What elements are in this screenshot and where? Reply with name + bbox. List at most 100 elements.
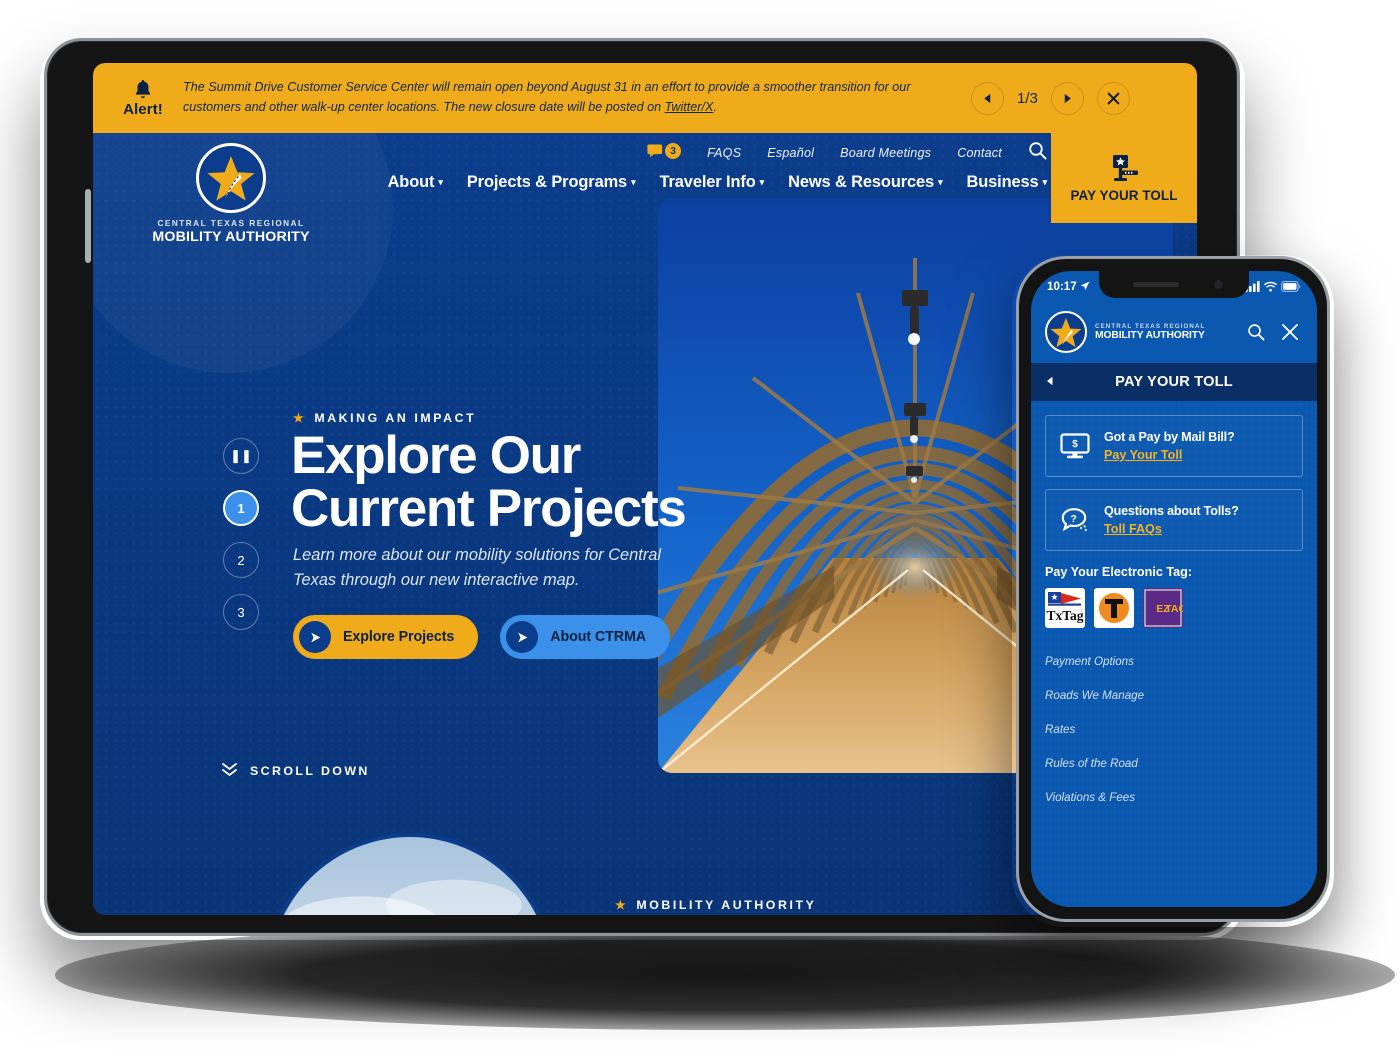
phone-link-payment-options[interactable]: Payment Options — [1045, 644, 1303, 678]
phone-logo-text: CENTRAL TEXAS REGIONAL MOBILITY AUTHORIT… — [1095, 323, 1235, 341]
toll-questions-card[interactable]: ? Questions about Tolls? Toll FAQs — [1045, 489, 1303, 551]
logo-line-2: MOBILITY AUTHORITY — [152, 229, 310, 245]
logo-badge — [196, 143, 266, 213]
nav-item-projects-programs[interactable]: Projects & Programs ▾ — [467, 173, 636, 192]
about-ctrma-label: About CTRMA — [550, 629, 647, 645]
status-time-group: 10:17 — [1047, 280, 1090, 293]
site-logo[interactable]: CENTRAL TEXAS REGIONAL MOBILITY AUTHORIT… — [141, 143, 321, 245]
slide-3-button[interactable]: 3 — [223, 594, 259, 630]
notification-count-badge: 3 — [665, 143, 682, 159]
nav-item-news-resources[interactable]: News & Resources ▾ — [788, 173, 943, 192]
nav-item-about[interactable]: About ▾ — [388, 173, 443, 192]
nav-item-traveler-info[interactable]: Traveler Info ▾ — [660, 173, 765, 192]
txtag-logo[interactable]: TxTag — [1045, 588, 1085, 628]
search-button[interactable] — [1028, 141, 1047, 165]
star-icon: ★ — [615, 898, 629, 912]
phone-link-violations-fees[interactable]: Violations & Fees — [1045, 780, 1303, 814]
chevron-down-icon: ▾ — [438, 177, 443, 187]
nav-label: Traveler Info — [659, 173, 756, 191]
scroll-down-label: SCROLL DOWN — [250, 764, 370, 778]
svg-text:TAG: TAG — [1165, 603, 1183, 615]
explore-projects-button[interactable]: Explore Projects — [293, 615, 479, 659]
phone-search-button[interactable] — [1243, 323, 1269, 341]
pay-by-mail-card[interactable]: $ Got a Pay by Mail Bill? Pay Your Toll — [1045, 415, 1303, 477]
utility-nav-espanol[interactable]: Español — [767, 146, 814, 160]
phone-screen: 10:17 CENTRAL TEXAS REGIONAL MOBILITY AU… — [1031, 271, 1317, 907]
alert-banner: Alert! The Summit Drive Customer Service… — [93, 63, 1197, 133]
play-arrow-icon — [310, 632, 320, 642]
tolltag-logo-glyph — [1094, 588, 1134, 628]
slide-1-button[interactable]: 1 — [223, 490, 259, 526]
alert-prev-button[interactable] — [971, 81, 1004, 115]
notifications-button[interactable]: 3 — [647, 143, 682, 163]
pay-your-toll-button[interactable]: PAY YOUR TOLL — [1051, 133, 1197, 223]
electronic-tag-heading: Pay Your Electronic Tag: — [1045, 565, 1192, 579]
phone-device: 10:17 CENTRAL TEXAS REGIONAL MOBILITY AU… — [1016, 256, 1330, 922]
star-road-logo-icon — [1050, 317, 1082, 347]
phone-link-rates[interactable]: Rates — [1045, 712, 1303, 746]
utility-nav: 3 FAQS Español Board Meetings Contact — [647, 141, 1047, 165]
chevron-down-icon: ▾ — [1042, 177, 1048, 187]
main-nav: About ▾ Projects & Programs ▾ Traveler Inf… — [388, 173, 1048, 192]
nav-label: News & Resources — [788, 173, 935, 191]
nav-label: Projects & Programs — [466, 173, 628, 191]
alert-link[interactable]: Twitter/X — [665, 100, 714, 114]
pause-button[interactable]: ❚❚ — [223, 438, 259, 474]
question-bubble-icon: ? — [1058, 507, 1092, 534]
nav-label: About — [387, 173, 435, 191]
alert-label: Alert! — [123, 101, 163, 118]
pay-by-mail-question: Got a Pay by Mail Bill? — [1104, 430, 1235, 444]
slide-2-button[interactable]: 2 — [223, 542, 259, 578]
phone-logo-badge[interactable] — [1045, 311, 1087, 353]
location-arrow-icon — [1080, 281, 1090, 290]
star-icon: ★ — [293, 411, 307, 425]
speaker-grill — [1133, 282, 1179, 287]
about-ctrma-button[interactable]: About CTRMA — [500, 615, 671, 659]
phone-menu-links: Payment Options Roads We Manage Rates Ru… — [1045, 644, 1303, 814]
phone-notch — [1099, 271, 1249, 298]
utility-nav-contact[interactable]: Contact — [957, 146, 1002, 160]
phone-close-button[interactable] — [1277, 322, 1303, 342]
search-icon — [1248, 324, 1265, 341]
toll-faqs-link[interactable]: Toll FAQs — [1104, 522, 1162, 536]
chevron-down-icon: ▾ — [631, 177, 636, 187]
phone-link-rules-of-the-road[interactable]: Rules of the Road — [1045, 746, 1303, 780]
scroll-down-indicator[interactable]: SCROLL DOWN — [221, 761, 370, 781]
arrow-circle-icon — [299, 621, 331, 653]
toll-questions-card-text: Questions about Tolls? Toll FAQs — [1104, 502, 1290, 538]
nav-item-business[interactable]: Business ▾ — [967, 173, 1048, 192]
nav-label: Business — [966, 173, 1039, 191]
phone-logo-line-1: CENTRAL TEXAS REGIONAL — [1095, 323, 1206, 330]
svg-text:?: ? — [1070, 512, 1076, 524]
hero-headline-line1: Explore Our — [291, 426, 581, 485]
eztag-logo[interactable]: EZ TAG — [1143, 588, 1183, 628]
electronic-tag-logos: TxTag EZ TA — [1045, 588, 1303, 628]
arrow-circle-icon — [506, 621, 539, 653]
screenshot-stage: Alert! The Summit Drive Customer Service… — [0, 0, 1400, 1050]
utility-nav-faqs[interactable]: FAQS — [707, 146, 741, 160]
section2-eyebrow-label: MOBILITY AUTHORITY — [636, 898, 817, 912]
hero-headline: Explore Our Current Projects — [291, 429, 721, 535]
alert-next-button[interactable] — [1050, 81, 1084, 115]
svg-text:$: $ — [1072, 439, 1078, 450]
phone-link-roads-we-manage[interactable]: Roads We Manage — [1045, 678, 1303, 712]
tolltag-logo[interactable] — [1094, 588, 1134, 628]
monitor-dollar-icon-glyph: $ — [1060, 433, 1090, 459]
right-arrow-icon — [1064, 93, 1071, 103]
phone-page-title-bar: PAY YOUR TOLL — [1031, 363, 1317, 401]
alert-message-tail: . — [713, 100, 717, 114]
alert-message: The Summit Drive Customer Service Center… — [171, 78, 971, 117]
toll-gantry-icon — [1113, 154, 1138, 181]
hero-slide-controls: ❚❚ 1 2 3 — [223, 438, 259, 630]
alert-close-button[interactable] — [1096, 81, 1130, 115]
logo-line-1: CENTRAL TEXAS REGIONAL — [157, 219, 305, 228]
pay-your-toll-link[interactable]: Pay Your Toll — [1104, 448, 1182, 462]
utility-nav-board-meetings[interactable]: Board Meetings — [840, 146, 931, 160]
search-icon — [1029, 142, 1047, 160]
monitor-dollar-icon: $ — [1058, 433, 1092, 459]
status-time: 10:17 — [1047, 279, 1077, 293]
txtag-logo-glyph: TxTag — [1045, 588, 1085, 628]
tablet-side-button[interactable] — [85, 189, 91, 263]
section2-eyebrow: ★ MOBILITY AUTHORITY — [615, 898, 816, 912]
pay-your-toll-label: PAY YOUR TOLL — [1070, 187, 1178, 203]
